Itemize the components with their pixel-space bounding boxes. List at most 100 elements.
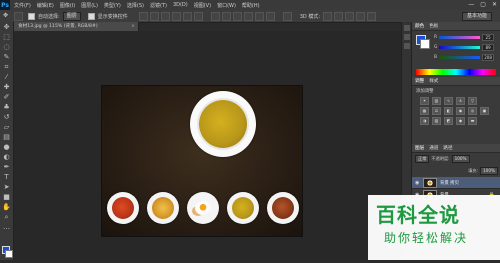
marquee-tool-icon[interactable]: ⬚ [2, 33, 11, 42]
blur-tool-icon[interactable]: ● [2, 143, 11, 152]
dodge-tool-icon[interactable]: ◐ [2, 153, 11, 162]
invert-icon[interactable]: ◑ [420, 117, 429, 125]
3d-roll-icon[interactable] [334, 11, 344, 21]
menu-layer[interactable]: 图层(L) [81, 2, 98, 9]
auto-select-checkbox[interactable] [28, 12, 35, 20]
tab-adjustments[interactable]: 调整 [415, 78, 424, 84]
3d-pan-icon[interactable] [345, 11, 355, 21]
align-center-icon[interactable] [182, 11, 192, 21]
menu-image[interactable]: 图像(I) [60, 2, 75, 9]
align-top-icon[interactable] [138, 11, 148, 21]
3d-rotate-icon[interactable] [323, 11, 333, 21]
3d-scale-icon[interactable] [367, 11, 377, 21]
eyedropper-tool-icon[interactable]: ⁄ [2, 73, 11, 82]
tab-channels[interactable]: 通道 [429, 145, 438, 151]
menu-help[interactable]: 帮助(H) [242, 2, 260, 9]
brush-tool-icon[interactable]: ✐ [2, 93, 11, 102]
distribute-top-icon[interactable] [210, 11, 220, 21]
eye-icon[interactable]: ◉ [415, 180, 420, 186]
properties-panel-icon[interactable] [404, 34, 410, 40]
distribute-center-icon[interactable] [254, 11, 264, 21]
align-right-icon[interactable] [193, 11, 203, 21]
tool-preset-picker[interactable] [14, 11, 23, 21]
color-spectrum-bar[interactable] [416, 69, 496, 75]
color-panel-background-swatch[interactable] [420, 39, 430, 49]
type-tool-icon[interactable]: T [2, 173, 11, 182]
menu-filter[interactable]: 滤镜(T) [150, 2, 167, 9]
tab-styles[interactable]: 样式 [429, 78, 438, 84]
pen-tool-icon[interactable]: ✒ [2, 163, 11, 172]
document-image[interactable] [102, 86, 302, 236]
document-tab[interactable]: 食材13.jpg @ 115% (背景, RGB/8#) × [14, 22, 139, 31]
character-panel-icon[interactable] [404, 43, 410, 49]
blue-slider[interactable] [438, 55, 481, 59]
history-brush-tool-icon[interactable]: ↺ [2, 113, 11, 122]
levels-icon[interactable]: ▥ [432, 97, 441, 105]
zoom-tool-icon[interactable]: ⌕ [2, 213, 11, 222]
background-color-swatch[interactable] [5, 250, 13, 258]
gradient-map-icon[interactable]: ▬ [468, 117, 477, 125]
tab-layers[interactable]: 图层 [415, 145, 424, 151]
menu-edit[interactable]: 编辑(E) [37, 2, 54, 9]
distribute-middle-icon[interactable] [221, 11, 231, 21]
minimize-icon[interactable]: — [468, 1, 474, 8]
menu-file[interactable]: 文件(F) [14, 2, 31, 9]
history-panel-icon[interactable] [404, 25, 410, 31]
move-tool-icon[interactable]: ✥ [2, 23, 11, 32]
clone-stamp-tool-icon[interactable]: ♣ [2, 103, 11, 112]
lasso-tool-icon[interactable]: ◌ [2, 43, 11, 52]
auto-align-icon[interactable] [282, 11, 292, 21]
maximize-icon[interactable]: ▢ [480, 1, 486, 8]
brightness-contrast-icon[interactable]: ☀ [420, 97, 429, 105]
blue-value-field[interactable]: 208 [482, 53, 494, 61]
green-value-field[interactable]: 89 [482, 43, 494, 51]
menu-view[interactable]: 视图(V) [194, 2, 211, 9]
close-document-icon[interactable]: × [131, 22, 135, 31]
tab-paths[interactable]: 路径 [443, 145, 452, 151]
canvas-area[interactable] [14, 31, 410, 260]
workspace-switcher[interactable]: 基本功能 [461, 12, 492, 21]
align-left-icon[interactable] [171, 11, 181, 21]
red-value-field[interactable]: 25 [482, 33, 494, 41]
exposure-icon[interactable]: ± [456, 97, 465, 105]
gradient-tool-icon[interactable]: ▤ [2, 133, 11, 142]
transform-controls-checkbox[interactable] [87, 12, 95, 20]
curves-icon[interactable]: ∿ [444, 97, 453, 105]
color-lookup-icon[interactable]: ▣ [480, 107, 489, 115]
photo-filter-icon[interactable]: ◉ [456, 107, 465, 115]
move-tool-icon[interactable]: ✥ [3, 12, 11, 20]
align-bottom-icon[interactable] [160, 11, 170, 21]
menu-select[interactable]: 选择(S) [127, 2, 144, 9]
close-icon[interactable]: ✕ [492, 1, 497, 8]
auto-select-dropdown[interactable]: 图层 [62, 11, 81, 21]
hue-saturation-icon[interactable]: ▦ [420, 107, 429, 115]
red-slider[interactable] [438, 35, 481, 39]
posterize-icon[interactable]: ▨ [432, 117, 441, 125]
black-white-icon[interactable]: ◧ [444, 107, 453, 115]
distribute-bottom-icon[interactable] [232, 11, 242, 21]
rectangle-tool-icon[interactable]: ■ [2, 193, 11, 202]
tab-color[interactable]: 颜色 [415, 23, 424, 29]
channel-mixer-icon[interactable]: ◎ [468, 107, 477, 115]
menu-window[interactable]: 窗口(W) [217, 2, 236, 9]
menu-type[interactable]: 类型(Y) [104, 2, 121, 9]
eraser-tool-icon[interactable]: ▱ [2, 123, 11, 132]
color-balance-icon[interactable]: ⚖ [432, 107, 441, 115]
layer-row[interactable]: ◉ 背景 拷贝 [412, 177, 500, 189]
fill-field[interactable]: 100% [480, 167, 498, 175]
selective-color-icon[interactable]: ◆ [456, 117, 465, 125]
quick-select-tool-icon[interactable]: ✎ [2, 53, 11, 62]
distribute-left-icon[interactable] [243, 11, 253, 21]
menu-3d[interactable]: 3D(D) [173, 2, 188, 8]
3d-slide-icon[interactable] [356, 11, 366, 21]
tab-swatches[interactable]: 色板 [429, 23, 438, 29]
opacity-field[interactable]: 100% [451, 155, 470, 163]
path-select-tool-icon[interactable]: ➤ [2, 183, 11, 192]
hand-tool-icon[interactable]: ✋ [2, 203, 11, 212]
distribute-right-icon[interactable] [265, 11, 275, 21]
vibrance-icon[interactable]: ▽ [468, 97, 477, 105]
threshold-icon[interactable]: ◩ [444, 117, 453, 125]
healing-brush-tool-icon[interactable]: ✚ [2, 83, 11, 92]
align-middle-icon[interactable] [149, 11, 159, 21]
blend-mode-dropdown[interactable]: 正常 [415, 155, 430, 163]
